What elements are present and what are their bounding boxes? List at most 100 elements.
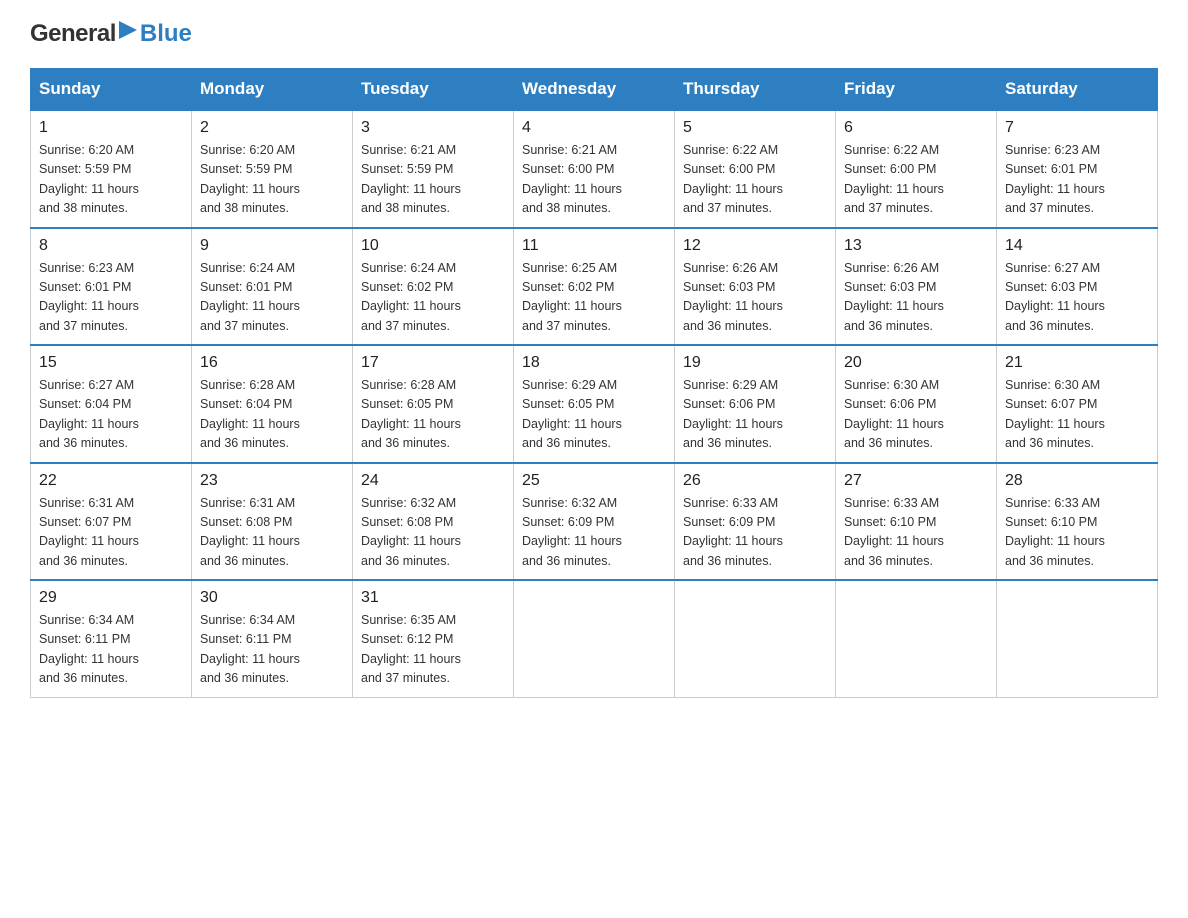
day-number: 14 [1005, 237, 1149, 255]
calendar-week-4: 22 Sunrise: 6:31 AMSunset: 6:07 PMDaylig… [31, 463, 1158, 581]
day-info: Sunrise: 6:23 AMSunset: 6:01 PMDaylight:… [39, 261, 139, 333]
day-number: 2 [200, 119, 344, 137]
calendar-cell: 7 Sunrise: 6:23 AMSunset: 6:01 PMDayligh… [997, 110, 1158, 228]
calendar-cell: 18 Sunrise: 6:29 AMSunset: 6:05 PMDaylig… [514, 345, 675, 463]
calendar-cell: 9 Sunrise: 6:24 AMSunset: 6:01 PMDayligh… [192, 228, 353, 346]
calendar-cell: 14 Sunrise: 6:27 AMSunset: 6:03 PMDaylig… [997, 228, 1158, 346]
day-info: Sunrise: 6:26 AMSunset: 6:03 PMDaylight:… [683, 261, 783, 333]
calendar-cell [836, 580, 997, 697]
calendar-table: SundayMondayTuesdayWednesdayThursdayFrid… [30, 68, 1158, 698]
calendar-cell: 3 Sunrise: 6:21 AMSunset: 5:59 PMDayligh… [353, 110, 514, 228]
day-number: 16 [200, 354, 344, 372]
calendar-cell: 31 Sunrise: 6:35 AMSunset: 6:12 PMDaylig… [353, 580, 514, 697]
day-number: 29 [39, 589, 183, 607]
logo: General Blue [30, 20, 192, 48]
day-number: 3 [361, 119, 505, 137]
logo-blue-text: Blue [140, 20, 192, 48]
day-number: 10 [361, 237, 505, 255]
calendar-cell: 1 Sunrise: 6:20 AMSunset: 5:59 PMDayligh… [31, 110, 192, 228]
day-number: 24 [361, 472, 505, 490]
day-info: Sunrise: 6:29 AMSunset: 6:06 PMDaylight:… [683, 378, 783, 450]
day-number: 21 [1005, 354, 1149, 372]
header-day-thursday: Thursday [675, 69, 836, 111]
day-number: 9 [200, 237, 344, 255]
calendar-cell [997, 580, 1158, 697]
day-info: Sunrise: 6:23 AMSunset: 6:01 PMDaylight:… [1005, 143, 1105, 215]
day-info: Sunrise: 6:32 AMSunset: 6:08 PMDaylight:… [361, 496, 461, 568]
header-day-saturday: Saturday [997, 69, 1158, 111]
calendar-cell: 20 Sunrise: 6:30 AMSunset: 6:06 PMDaylig… [836, 345, 997, 463]
day-info: Sunrise: 6:25 AMSunset: 6:02 PMDaylight:… [522, 261, 622, 333]
day-info: Sunrise: 6:27 AMSunset: 6:04 PMDaylight:… [39, 378, 139, 450]
day-number: 25 [522, 472, 666, 490]
day-info: Sunrise: 6:29 AMSunset: 6:05 PMDaylight:… [522, 378, 622, 450]
calendar-header: SundayMondayTuesdayWednesdayThursdayFrid… [31, 69, 1158, 111]
day-number: 1 [39, 119, 183, 137]
day-info: Sunrise: 6:21 AMSunset: 5:59 PMDaylight:… [361, 143, 461, 215]
day-info: Sunrise: 6:28 AMSunset: 6:05 PMDaylight:… [361, 378, 461, 450]
header-day-tuesday: Tuesday [353, 69, 514, 111]
day-number: 15 [39, 354, 183, 372]
day-number: 13 [844, 237, 988, 255]
day-number: 19 [683, 354, 827, 372]
day-info: Sunrise: 6:27 AMSunset: 6:03 PMDaylight:… [1005, 261, 1105, 333]
day-info: Sunrise: 6:26 AMSunset: 6:03 PMDaylight:… [844, 261, 944, 333]
day-number: 6 [844, 119, 988, 137]
calendar-cell: 27 Sunrise: 6:33 AMSunset: 6:10 PMDaylig… [836, 463, 997, 581]
day-info: Sunrise: 6:30 AMSunset: 6:07 PMDaylight:… [1005, 378, 1105, 450]
header-day-sunday: Sunday [31, 69, 192, 111]
day-info: Sunrise: 6:21 AMSunset: 6:00 PMDaylight:… [522, 143, 622, 215]
calendar-cell: 16 Sunrise: 6:28 AMSunset: 6:04 PMDaylig… [192, 345, 353, 463]
calendar-cell: 25 Sunrise: 6:32 AMSunset: 6:09 PMDaylig… [514, 463, 675, 581]
calendar-cell: 26 Sunrise: 6:33 AMSunset: 6:09 PMDaylig… [675, 463, 836, 581]
calendar-cell: 6 Sunrise: 6:22 AMSunset: 6:00 PMDayligh… [836, 110, 997, 228]
calendar-cell: 13 Sunrise: 6:26 AMSunset: 6:03 PMDaylig… [836, 228, 997, 346]
day-info: Sunrise: 6:33 AMSunset: 6:10 PMDaylight:… [844, 496, 944, 568]
day-number: 18 [522, 354, 666, 372]
day-number: 12 [683, 237, 827, 255]
day-info: Sunrise: 6:31 AMSunset: 6:07 PMDaylight:… [39, 496, 139, 568]
day-number: 28 [1005, 472, 1149, 490]
day-info: Sunrise: 6:32 AMSunset: 6:09 PMDaylight:… [522, 496, 622, 568]
logo-arrow-icon [117, 19, 139, 41]
day-number: 27 [844, 472, 988, 490]
day-info: Sunrise: 6:33 AMSunset: 6:10 PMDaylight:… [1005, 496, 1105, 568]
day-number: 20 [844, 354, 988, 372]
header-row: SundayMondayTuesdayWednesdayThursdayFrid… [31, 69, 1158, 111]
calendar-cell: 15 Sunrise: 6:27 AMSunset: 6:04 PMDaylig… [31, 345, 192, 463]
logo-text: General [30, 20, 116, 48]
calendar-week-1: 1 Sunrise: 6:20 AMSunset: 5:59 PMDayligh… [31, 110, 1158, 228]
calendar-cell: 17 Sunrise: 6:28 AMSunset: 6:05 PMDaylig… [353, 345, 514, 463]
calendar-cell: 24 Sunrise: 6:32 AMSunset: 6:08 PMDaylig… [353, 463, 514, 581]
day-number: 7 [1005, 119, 1149, 137]
day-number: 11 [522, 237, 666, 255]
day-info: Sunrise: 6:31 AMSunset: 6:08 PMDaylight:… [200, 496, 300, 568]
day-number: 5 [683, 119, 827, 137]
calendar-cell [514, 580, 675, 697]
calendar-cell [675, 580, 836, 697]
calendar-cell: 2 Sunrise: 6:20 AMSunset: 5:59 PMDayligh… [192, 110, 353, 228]
day-number: 4 [522, 119, 666, 137]
day-number: 23 [200, 472, 344, 490]
day-info: Sunrise: 6:34 AMSunset: 6:11 PMDaylight:… [39, 613, 139, 685]
calendar-cell: 22 Sunrise: 6:31 AMSunset: 6:07 PMDaylig… [31, 463, 192, 581]
calendar-cell: 10 Sunrise: 6:24 AMSunset: 6:02 PMDaylig… [353, 228, 514, 346]
calendar-cell: 5 Sunrise: 6:22 AMSunset: 6:00 PMDayligh… [675, 110, 836, 228]
calendar-cell: 4 Sunrise: 6:21 AMSunset: 6:00 PMDayligh… [514, 110, 675, 228]
day-number: 26 [683, 472, 827, 490]
day-number: 8 [39, 237, 183, 255]
day-info: Sunrise: 6:24 AMSunset: 6:02 PMDaylight:… [361, 261, 461, 333]
day-info: Sunrise: 6:22 AMSunset: 6:00 PMDaylight:… [844, 143, 944, 215]
calendar-cell: 12 Sunrise: 6:26 AMSunset: 6:03 PMDaylig… [675, 228, 836, 346]
calendar-cell: 8 Sunrise: 6:23 AMSunset: 6:01 PMDayligh… [31, 228, 192, 346]
day-info: Sunrise: 6:24 AMSunset: 6:01 PMDaylight:… [200, 261, 300, 333]
calendar-week-3: 15 Sunrise: 6:27 AMSunset: 6:04 PMDaylig… [31, 345, 1158, 463]
calendar-cell: 28 Sunrise: 6:33 AMSunset: 6:10 PMDaylig… [997, 463, 1158, 581]
calendar-body: 1 Sunrise: 6:20 AMSunset: 5:59 PMDayligh… [31, 110, 1158, 697]
day-number: 31 [361, 589, 505, 607]
calendar-cell: 29 Sunrise: 6:34 AMSunset: 6:11 PMDaylig… [31, 580, 192, 697]
page-header: General Blue [30, 20, 1158, 48]
calendar-cell: 11 Sunrise: 6:25 AMSunset: 6:02 PMDaylig… [514, 228, 675, 346]
day-info: Sunrise: 6:35 AMSunset: 6:12 PMDaylight:… [361, 613, 461, 685]
day-info: Sunrise: 6:28 AMSunset: 6:04 PMDaylight:… [200, 378, 300, 450]
